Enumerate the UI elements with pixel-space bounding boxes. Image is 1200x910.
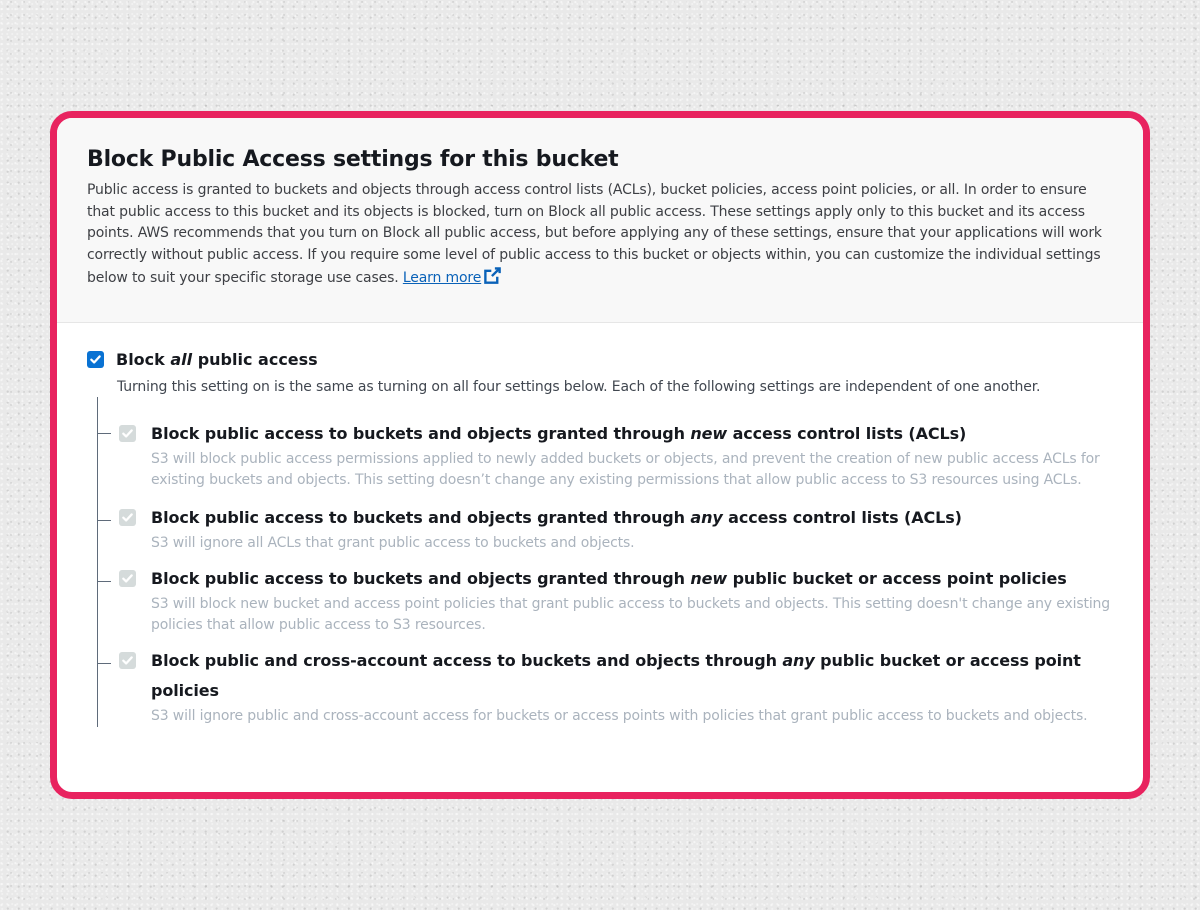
option-text: Block public access to buckets and objec… [151,564,1113,636]
block-all-description: Turning this setting on is the same as t… [117,379,1041,395]
label-part: Block [116,350,171,369]
learn-more-link[interactable]: Learn more [402,270,482,287]
label-part: Block public access to buckets and objec… [151,424,691,443]
label-part: Block public access to buckets and objec… [151,569,691,588]
option-label: Block public access to buckets and objec… [151,503,1113,533]
label-emphasis: any [690,508,723,527]
tree-branch [97,520,111,521]
any-acls-checkbox [119,509,136,526]
label-emphasis: new [690,424,728,443]
new-acls-checkbox [119,425,136,442]
checkmark-icon [122,429,133,438]
block-all-label: Block all public access [116,347,318,373]
option-description: S3 will ignore all ACLs that grant publi… [151,535,635,551]
label-emphasis: any [782,651,815,670]
block-public-access-card: Block Public Access settings for this bu… [50,111,1150,799]
option-description: S3 will block public access permissions … [151,451,1100,488]
label-part: public bucket or access point policies [727,569,1067,588]
option-any-policies: Block public and cross-account access to… [97,646,1113,727]
block-all-public-access-option[interactable]: Block all public access [87,347,1113,373]
checkmark-icon [122,656,133,665]
label-emphasis: new [690,569,728,588]
label-emphasis: all [170,350,193,369]
card-description: Public access is granted to buckets and … [87,180,1113,290]
card-body: Block all public access Turning this set… [57,323,1143,727]
checkmark-icon [122,513,133,522]
option-text: Block public access to buckets and objec… [151,503,1113,554]
page-title: Block Public Access settings for this bu… [87,147,619,172]
label-part: access control lists (ACLs) [722,508,962,527]
block-all-checkbox[interactable] [87,351,104,368]
option-text: Block public and cross-account access to… [151,646,1113,727]
tree-branch [97,433,111,434]
option-description: S3 will ignore public and cross-account … [151,708,1088,724]
option-label: Block public access to buckets and objec… [151,419,1113,449]
label-part: Block public access to buckets and objec… [151,508,691,527]
external-link-icon[interactable] [483,266,502,285]
option-description: S3 will block new bucket and access poin… [151,596,1111,633]
card-header: Block Public Access settings for this bu… [57,118,1143,323]
option-new-policies: Block public access to buckets and objec… [97,564,1113,636]
option-text: Block public access to buckets and objec… [151,419,1113,491]
new-policies-checkbox [119,570,136,587]
label-part: Block public and cross-account access to… [151,651,783,670]
checkmark-icon [90,355,101,364]
description-text: Public access is granted to buckets and … [87,182,1102,287]
sub-options-tree: Block public access to buckets and objec… [97,397,1113,727]
option-label: Block public and cross-account access to… [151,646,1113,706]
label-part: public access [192,350,318,369]
label-part: access control lists (ACLs) [727,424,967,443]
option-label: Block public access to buckets and objec… [151,564,1113,594]
checkmark-icon [122,574,133,583]
option-any-acls: Block public access to buckets and objec… [97,503,1113,554]
tree-branch [97,581,111,582]
tree-branch [97,663,111,664]
learn-more-label: Learn more [402,270,482,287]
any-policies-checkbox [119,652,136,669]
option-new-acls: Block public access to buckets and objec… [97,419,1113,491]
